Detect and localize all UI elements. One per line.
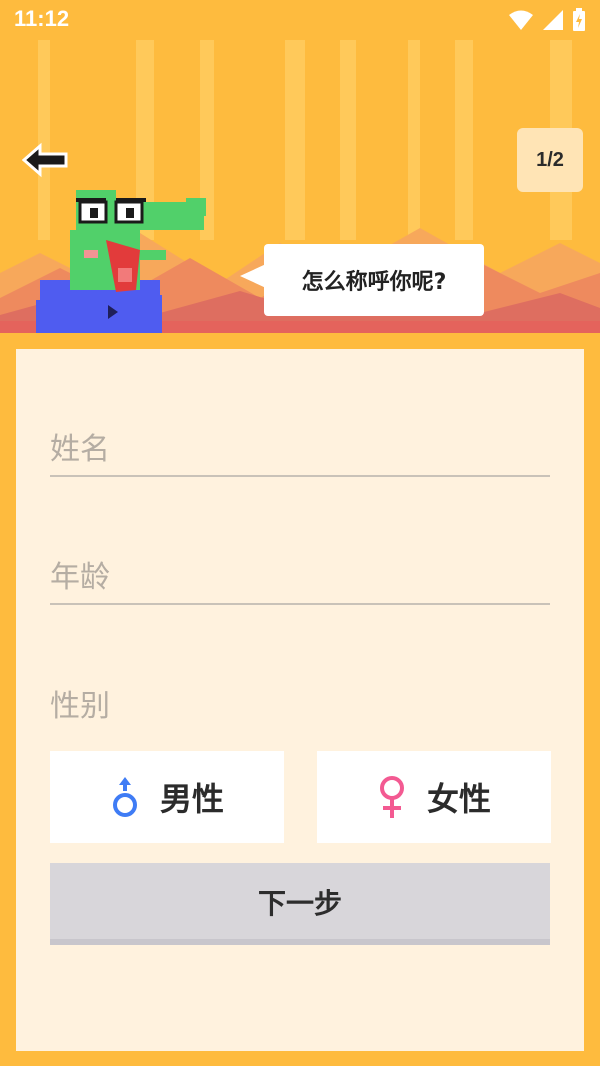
name-field [50,417,550,477]
crocodile-mascot [36,190,206,333]
gender-option-male[interactable]: 男性 [50,751,284,843]
status-icons [508,8,586,32]
speech-bubble: 怎么称呼你呢? [264,244,484,316]
male-icon [112,777,137,817]
header-scene: 1/2 怎么称呼你呢? [0,40,600,333]
wifi-icon [509,10,533,30]
page-indicator: 1/2 [517,128,583,192]
gender-option-male-label: 男性 [159,780,224,818]
age-field [50,545,550,605]
gender-label: 性别 [50,689,110,724]
back-arrow-icon[interactable] [22,140,70,180]
age-input[interactable] [50,545,550,603]
form-card: 性别 男性 女性 下一步 [16,349,584,1051]
gender-option-female-label: 女性 [426,780,491,818]
gender-option-female[interactable]: 女性 [317,751,551,843]
status-time: 11:12 [14,6,70,31]
status-bar: 11:12 [0,0,600,40]
cell-signal-icon [543,10,563,30]
speech-bubble-tail [240,264,266,288]
next-button[interactable]: 下一步 [50,863,550,941]
battery-charging-icon [573,8,585,31]
name-input[interactable] [50,417,550,475]
female-icon [379,776,404,818]
